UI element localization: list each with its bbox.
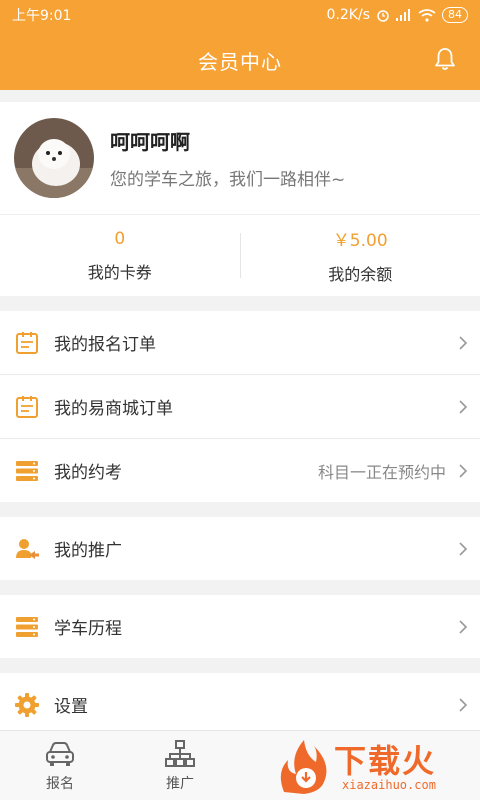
menu-item-label: 我的推广 bbox=[54, 541, 122, 561]
wallet-stats: 0 我的卡券 ￥5.00 我的余额 bbox=[0, 214, 480, 296]
gear-icon bbox=[15, 692, 39, 717]
profile-name: 呵呵呵啊 bbox=[110, 130, 190, 154]
menu-item-promotion[interactable]: 我的推广 bbox=[0, 517, 480, 580]
wifi-icon bbox=[418, 8, 436, 22]
watermark-logo: 下载火 xiazaihuo.com bbox=[272, 736, 472, 796]
chevron-right-icon bbox=[459, 541, 468, 556]
profile-slogan: 您的学车之旅，我们一路相伴~ bbox=[110, 170, 346, 190]
chevron-right-icon bbox=[459, 463, 468, 478]
chevron-right-icon bbox=[459, 335, 468, 350]
status-indicators: 0.2K/s 84 bbox=[327, 7, 468, 23]
menu-item-mall-orders[interactable]: 我的易商城订单 bbox=[0, 375, 480, 438]
watermark-domain: xiazaihuo.com bbox=[342, 778, 436, 792]
menu-item-label: 我的报名订单 bbox=[54, 335, 156, 355]
stat-balance[interactable]: ￥5.00 我的余额 bbox=[241, 215, 480, 296]
menu-item-exam-booking[interactable]: 我的约考 科目一正在预约中 bbox=[0, 439, 480, 502]
user-share-icon bbox=[16, 538, 39, 559]
menu-item-learning-history[interactable]: 学车历程 bbox=[0, 595, 480, 658]
clipboard-icon bbox=[16, 395, 38, 418]
alarm-icon bbox=[377, 10, 389, 22]
tab-promotion[interactable]: 推广 bbox=[120, 731, 240, 800]
menu-item-label: 我的易商城订单 bbox=[54, 399, 173, 419]
stat-coupons[interactable]: 0 我的卡券 bbox=[0, 215, 240, 296]
page-title: 会员中心 bbox=[198, 49, 282, 74]
status-time: 上午9:01 bbox=[12, 8, 72, 24]
stat-coupons-value: 0 bbox=[114, 228, 126, 249]
chevron-right-icon bbox=[459, 619, 468, 634]
org-chart-icon bbox=[165, 740, 195, 767]
tab-signup[interactable]: 报名 bbox=[0, 731, 120, 800]
chevron-right-icon bbox=[459, 697, 468, 712]
watermark-text: 下载火 bbox=[334, 742, 437, 780]
profile-card[interactable]: 呵呵呵啊 您的学车之旅，我们一路相伴~ bbox=[0, 102, 480, 214]
battery-level: 84 bbox=[442, 7, 468, 23]
status-bar: 上午9:01 0.2K/s 84 bbox=[0, 0, 480, 30]
profile-info: 呵呵呵啊 您的学车之旅，我们一路相伴~ bbox=[110, 126, 345, 190]
chevron-right-icon bbox=[459, 399, 468, 414]
menu-item-label: 学车历程 bbox=[54, 619, 122, 639]
avatar[interactable] bbox=[14, 118, 94, 198]
signal-icon bbox=[396, 9, 410, 21]
stack-icon bbox=[16, 460, 38, 481]
menu-item-settings[interactable]: 设置 bbox=[0, 673, 480, 736]
app-header: 会员中心 bbox=[0, 30, 480, 90]
menu-item-label: 我的约考 bbox=[54, 463, 122, 483]
flame-logo-icon bbox=[280, 740, 327, 794]
car-icon bbox=[46, 742, 74, 766]
tab-label: 报名 bbox=[46, 776, 74, 792]
stat-balance-label: 我的余额 bbox=[328, 265, 393, 284]
stat-balance-value: ￥5.00 bbox=[332, 231, 388, 251]
exam-status-text: 科目一正在预约中 bbox=[317, 462, 446, 482]
menu-item-signup-orders[interactable]: 我的报名订单 bbox=[0, 311, 480, 374]
clipboard-icon bbox=[16, 331, 38, 354]
bell-icon[interactable] bbox=[432, 46, 458, 72]
tab-label: 推广 bbox=[166, 776, 194, 792]
menu-item-label: 设置 bbox=[54, 697, 88, 717]
network-speed: 0.2K/s bbox=[326, 7, 370, 23]
stack-icon bbox=[16, 616, 38, 637]
stat-coupons-label: 我的卡券 bbox=[87, 262, 152, 282]
